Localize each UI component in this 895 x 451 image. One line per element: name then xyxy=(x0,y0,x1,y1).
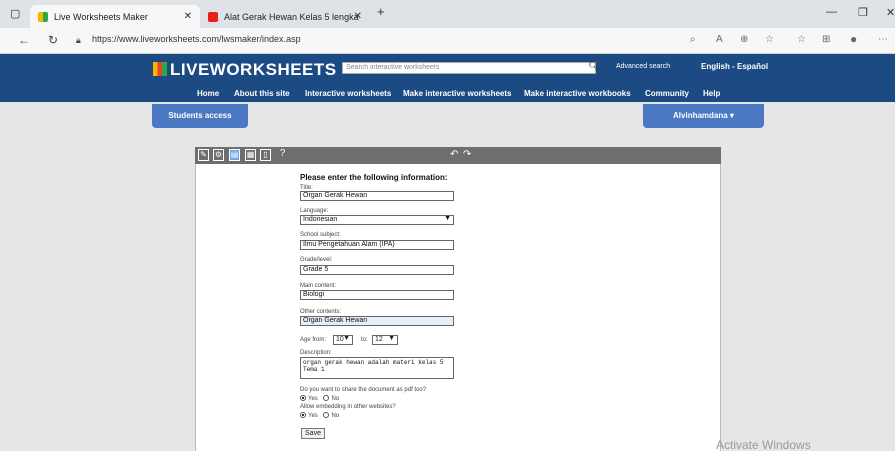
grade-label: Grade/level: xyxy=(300,257,333,263)
pdf-question: Do you want to share the document as pdf… xyxy=(300,387,427,393)
menu-about[interactable]: About this site xyxy=(234,89,290,98)
redo-icon[interactable]: ↷ xyxy=(463,149,471,160)
zoom-icon[interactable]: ⊕ xyxy=(740,34,748,45)
info-page-icon[interactable]: ▤ xyxy=(229,149,240,161)
user-menu-button[interactable]: Alvinhamdana ▾ xyxy=(643,104,764,128)
favorites-icon[interactable]: ☆ xyxy=(797,34,806,45)
menu-home[interactable]: Home xyxy=(197,89,219,98)
menu-interactive-worksheets[interactable]: Interactive worksheets xyxy=(305,89,391,98)
profile-avatar[interactable]: ● xyxy=(850,32,857,46)
language-value: Indonesian xyxy=(303,216,338,223)
description-textarea[interactable]: organ gerak hewan adalah materi kelas 5 … xyxy=(300,357,454,379)
language-select[interactable]: Indonesian ▼ xyxy=(300,215,454,225)
restore-icon[interactable]: ❐ xyxy=(858,6,868,19)
language-label: Language: xyxy=(300,208,329,214)
embed-question: Allow embedding in other websites? xyxy=(300,404,396,410)
url-field[interactable]: https://www.liveworksheets.com/lwsmaker/… xyxy=(92,34,301,44)
minimize-icon[interactable]: — xyxy=(826,6,837,18)
close-tab-icon[interactable]: ✕ xyxy=(184,11,192,22)
browser-tabbar: ▢ Live Worksheets Maker ✕ Alat Gerak Hew… xyxy=(0,0,895,28)
menu-help[interactable]: Help xyxy=(703,89,720,98)
embed-no-label: No xyxy=(331,413,340,419)
lock-icon[interactable]: 🔒︎ xyxy=(76,35,81,46)
menu-make-workbooks[interactable]: Make interactive workbooks xyxy=(524,89,631,98)
editor-toolbar: ✎ ⚙ ▤ ▦ ▯ ? ↶ ↷ xyxy=(195,147,721,164)
age-to-select[interactable]: 12 ▼ xyxy=(372,335,398,345)
info-form-panel xyxy=(195,164,721,451)
main-content-label: Main content: xyxy=(300,283,337,289)
age-from-label: Age from: xyxy=(300,337,327,343)
subject-input[interactable]: Ilmu Pengetahuan Alam (IPA) xyxy=(300,240,454,250)
age-to-value: 12 xyxy=(375,336,383,343)
site-logo[interactable]: LIVEWORKSHEETS xyxy=(153,60,337,80)
tab-youtube[interactable]: Alat Gerak Hewan Kelas 5 lengka ✕ xyxy=(200,5,370,28)
form-heading: Please enter the following information: xyxy=(300,173,448,182)
settings-icon[interactable]: ⚙ xyxy=(213,149,224,161)
logo-text: LIVEWORKSHEETS xyxy=(170,60,337,79)
liveworksheets-favicon-icon xyxy=(38,11,48,22)
logo-mark-icon xyxy=(153,62,167,76)
other-contents-input[interactable]: Organ Gerak Hewan xyxy=(300,316,454,326)
subject-label: School subject: xyxy=(300,232,341,238)
tab-title: Live Worksheets Maker xyxy=(54,11,148,22)
language-switch[interactable]: English - Español xyxy=(701,62,768,71)
embed-options: Yes No xyxy=(300,412,339,419)
undo-icon[interactable]: ↶ xyxy=(450,149,458,160)
address-bar: ← ↻ 🔒︎ https://www.liveworksheets.com/lw… xyxy=(0,28,895,54)
chevron-down-icon: ▼ xyxy=(343,335,350,342)
tab-title: Alat Gerak Hewan Kelas 5 lengka xyxy=(224,11,359,22)
pdf-no-radio[interactable] xyxy=(323,395,330,401)
tab-liveworksheets[interactable]: Live Worksheets Maker ✕ xyxy=(30,5,200,28)
description-label: Description: xyxy=(300,350,332,356)
other-contents-label: Other contents: xyxy=(300,309,342,315)
read-aloud-icon[interactable]: A xyxy=(716,34,723,45)
pdf-yes-label: Yes xyxy=(308,396,318,402)
chevron-down-icon: ▼ xyxy=(388,335,395,342)
publish-icon[interactable]: ▯ xyxy=(260,149,271,161)
pdf-options: Yes No xyxy=(300,395,339,402)
new-tab-button[interactable]: + xyxy=(377,4,385,19)
grade-input[interactable]: Grade 5 xyxy=(300,265,454,275)
search-icon[interactable]: 🔍︎ xyxy=(588,61,599,72)
menu-make-worksheets[interactable]: Make interactive worksheets xyxy=(403,89,512,98)
refresh-icon[interactable]: ↻ xyxy=(48,33,58,47)
menu-community[interactable]: Community xyxy=(645,89,689,98)
embed-no-radio[interactable] xyxy=(323,412,330,418)
favorite-star-icon[interactable]: ☆ xyxy=(765,34,774,45)
chevron-down-icon: ▼ xyxy=(444,215,451,222)
window-close-icon[interactable]: ✕ xyxy=(886,6,895,19)
tab-actions-icon[interactable]: ▢ xyxy=(10,7,20,20)
title-input[interactable]: Organ Gerak Hewan xyxy=(300,191,454,201)
youtube-favicon-icon xyxy=(208,11,218,22)
more-icon[interactable]: ⋯ xyxy=(878,34,888,45)
save-button[interactable]: Save xyxy=(301,428,325,439)
help-icon[interactable]: ? xyxy=(277,149,288,161)
collections-icon[interactable]: ⊞ xyxy=(822,34,830,45)
back-icon[interactable]: ← xyxy=(18,33,30,47)
pdf-no-label: No xyxy=(331,396,340,402)
main-content-input[interactable]: Biologi xyxy=(300,290,454,300)
close-tab-icon[interactable]: ✕ xyxy=(354,11,362,22)
advanced-search-link[interactable]: Advanced search xyxy=(616,63,670,70)
edit-icon[interactable]: ✎ xyxy=(198,149,209,161)
age-from-select[interactable]: 10 ▼ xyxy=(333,335,353,345)
age-to-label: to: xyxy=(361,337,368,343)
embed-yes-label: Yes xyxy=(308,413,318,419)
activate-windows-watermark: Activate Windows xyxy=(716,438,811,451)
students-access-button[interactable]: Students access xyxy=(152,104,248,128)
pdf-yes-radio[interactable] xyxy=(300,395,306,401)
search-page-icon[interactable]: ⌕ xyxy=(690,34,696,45)
search-input[interactable]: Search interactive worksheets xyxy=(342,62,596,74)
preview-icon[interactable]: ▦ xyxy=(245,149,256,161)
embed-yes-radio[interactable] xyxy=(300,412,306,418)
